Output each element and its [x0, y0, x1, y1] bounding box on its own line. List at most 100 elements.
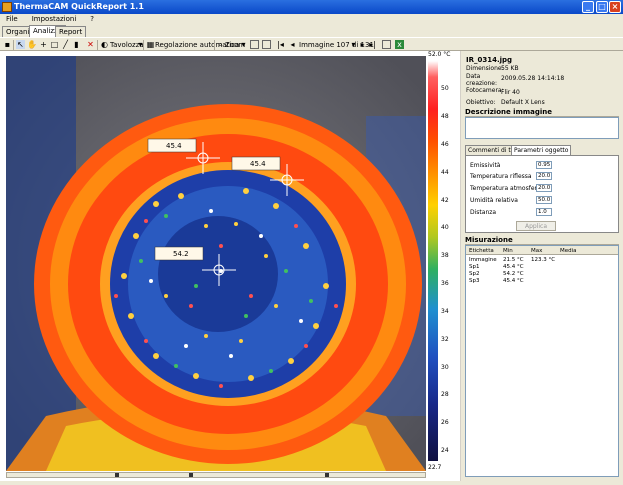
tick-label: 34 [441, 308, 449, 315]
distance-field[interactable]: 1.0 [536, 208, 552, 216]
table-cell: Sp1 [469, 264, 480, 270]
menu-help[interactable]: ? [90, 15, 94, 23]
image-area: 45.4 45.4 54.2 52.0 °C 50 48 46 44 42 40… [0, 51, 460, 481]
menu-bar: File Impostazioni? [0, 14, 623, 25]
tick-label: 28 [441, 391, 449, 398]
isotherm-icon[interactable]: ▮ [72, 40, 81, 49]
header-cell[interactable]: Max [531, 248, 542, 254]
main-tabs: Organizza Analizza Report [0, 25, 623, 37]
slider-handle[interactable] [115, 473, 119, 477]
measures-table: Etichetta Min Max Media Immagine 21.5 °C… [465, 245, 619, 477]
table-header: Etichetta Min Max Media [466, 246, 618, 255]
temperature-scale: 52.0 °C 50 48 46 44 42 40 38 36 34 32 30… [428, 51, 454, 471]
spot-label-2: 45.4 [250, 160, 266, 168]
measures-title: Misurazione [465, 236, 619, 245]
description-field[interactable] [465, 117, 619, 139]
tick-label: 26 [441, 419, 449, 426]
table-cell: Immagine [469, 257, 497, 263]
box-tool-icon[interactable]: □ [50, 40, 59, 49]
app-icon [2, 2, 12, 12]
slider-handle[interactable] [189, 473, 193, 477]
window-title: ThermaCAM QuickReport 1.1 [14, 2, 144, 11]
info-value: Flir 40 [501, 89, 520, 96]
zoom-icon: ⌕ [218, 40, 223, 49]
apply-button[interactable]: Applica [516, 221, 556, 231]
range-slider[interactable] [6, 472, 426, 478]
param-label: Temperatura riflessa [470, 173, 532, 180]
info-key: Obiettivo: [466, 99, 496, 106]
line-tool-icon[interactable]: ╱ [61, 40, 70, 49]
param-label: Distanza [470, 209, 497, 216]
thermal-image[interactable]: 45.4 45.4 54.2 [6, 56, 426, 471]
counter-chevron-icon[interactable]: ▾ [349, 40, 358, 49]
pointer-icon[interactable]: ↖ [16, 40, 25, 49]
info-value: 2009.05.28 14:14:18 [501, 75, 565, 82]
tick-label: 46 [441, 141, 449, 148]
spot-tool-icon[interactable]: + [39, 40, 48, 49]
file-name: IR_0314.jpg [466, 56, 513, 64]
info-key: Dimensione: [466, 65, 504, 72]
maximize-button[interactable]: □ [596, 1, 608, 13]
param-box: Emissività 0.95 Temperatura riflessa 20.… [465, 155, 619, 233]
tick-label: 36 [441, 280, 449, 287]
header-cell[interactable]: Media [560, 248, 577, 254]
tab-parametri[interactable]: Parametri oggetto [511, 145, 572, 155]
info-panel: IR_0314.jpg Dimensione: 55 KB Data creaz… [461, 51, 623, 481]
menu-impostazioni[interactable]: Impostazioni [32, 15, 77, 23]
info-value: Default X Lens [501, 99, 545, 106]
atmospheric-temp-field[interactable]: 20.0 [536, 184, 552, 192]
palette-icon: ◐ [101, 40, 108, 49]
next-image-icon[interactable]: ▸ [358, 40, 367, 49]
spot-label-1: 45.4 [166, 142, 182, 150]
scale-min: 22.7 [428, 464, 442, 471]
description-title: Descrizione immagine [465, 108, 619, 117]
spot-label-3: 54.2 [173, 250, 189, 258]
title-bar: ThermaCAM QuickReport 1.1 _ □ × [0, 0, 623, 14]
info-value: 55 KB [501, 65, 519, 72]
emissivity-field[interactable]: 0.95 [536, 161, 552, 169]
reflected-temp-field[interactable]: 20.0 [536, 172, 552, 180]
tick-label: 24 [441, 447, 449, 454]
humidity-field[interactable]: 50.0 [536, 196, 552, 204]
header-cell[interactable]: Min [503, 248, 513, 254]
param-tabs: Commenti di testo Parametri oggetto [465, 145, 619, 155]
tick-label: 30 [441, 364, 449, 371]
view-icon[interactable] [382, 40, 391, 49]
save-icon[interactable]: ▪ [3, 40, 12, 49]
prev-image-icon[interactable]: ◂ [288, 40, 297, 49]
scale-max: 52.0 °C [428, 51, 451, 58]
hand-icon[interactable]: ✋ [27, 40, 37, 49]
table-cell: 123.3 °C [531, 257, 556, 263]
param-label: Temperatura atmosferica [470, 185, 546, 192]
zoom-chevron-icon[interactable]: ▾ [239, 40, 248, 49]
fit-icon[interactable] [250, 40, 259, 49]
status-bar [0, 481, 623, 485]
table-cell: 54.2 °C [503, 271, 524, 277]
tab-report[interactable]: Report [55, 26, 87, 37]
param-label: Emissività [470, 162, 501, 169]
auto-adjust-icon: ▦ [146, 40, 155, 49]
delete-icon[interactable]: ✕ [86, 40, 95, 49]
tick-label: 38 [441, 252, 449, 259]
table-cell: 45.4 °C [503, 278, 524, 284]
tick-label: 40 [441, 224, 449, 231]
minimize-button[interactable]: _ [582, 1, 594, 13]
table-cell: Sp3 [469, 278, 480, 284]
menu-file[interactable]: File [6, 15, 18, 23]
first-image-icon[interactable]: |◂ [276, 40, 285, 49]
export-excel-icon[interactable]: x [395, 40, 404, 49]
param-label: Umidità relativa [470, 197, 518, 204]
scale-bar [428, 61, 438, 461]
close-button[interactable]: × [609, 1, 621, 13]
last-image-icon[interactable]: ▸| [368, 40, 377, 49]
tick-label: 32 [441, 336, 449, 343]
actual-size-icon[interactable] [262, 40, 271, 49]
table-cell: 45.4 °C [503, 264, 524, 270]
table-cell: 21.5 °C [503, 257, 524, 263]
header-cell[interactable]: Etichetta [469, 248, 494, 254]
tick-label: 42 [441, 197, 449, 204]
tick-label: 44 [441, 169, 449, 176]
info-key: Data creazione: [466, 73, 498, 87]
tick-label: 50 [441, 85, 449, 92]
slider-handle[interactable] [325, 473, 329, 477]
